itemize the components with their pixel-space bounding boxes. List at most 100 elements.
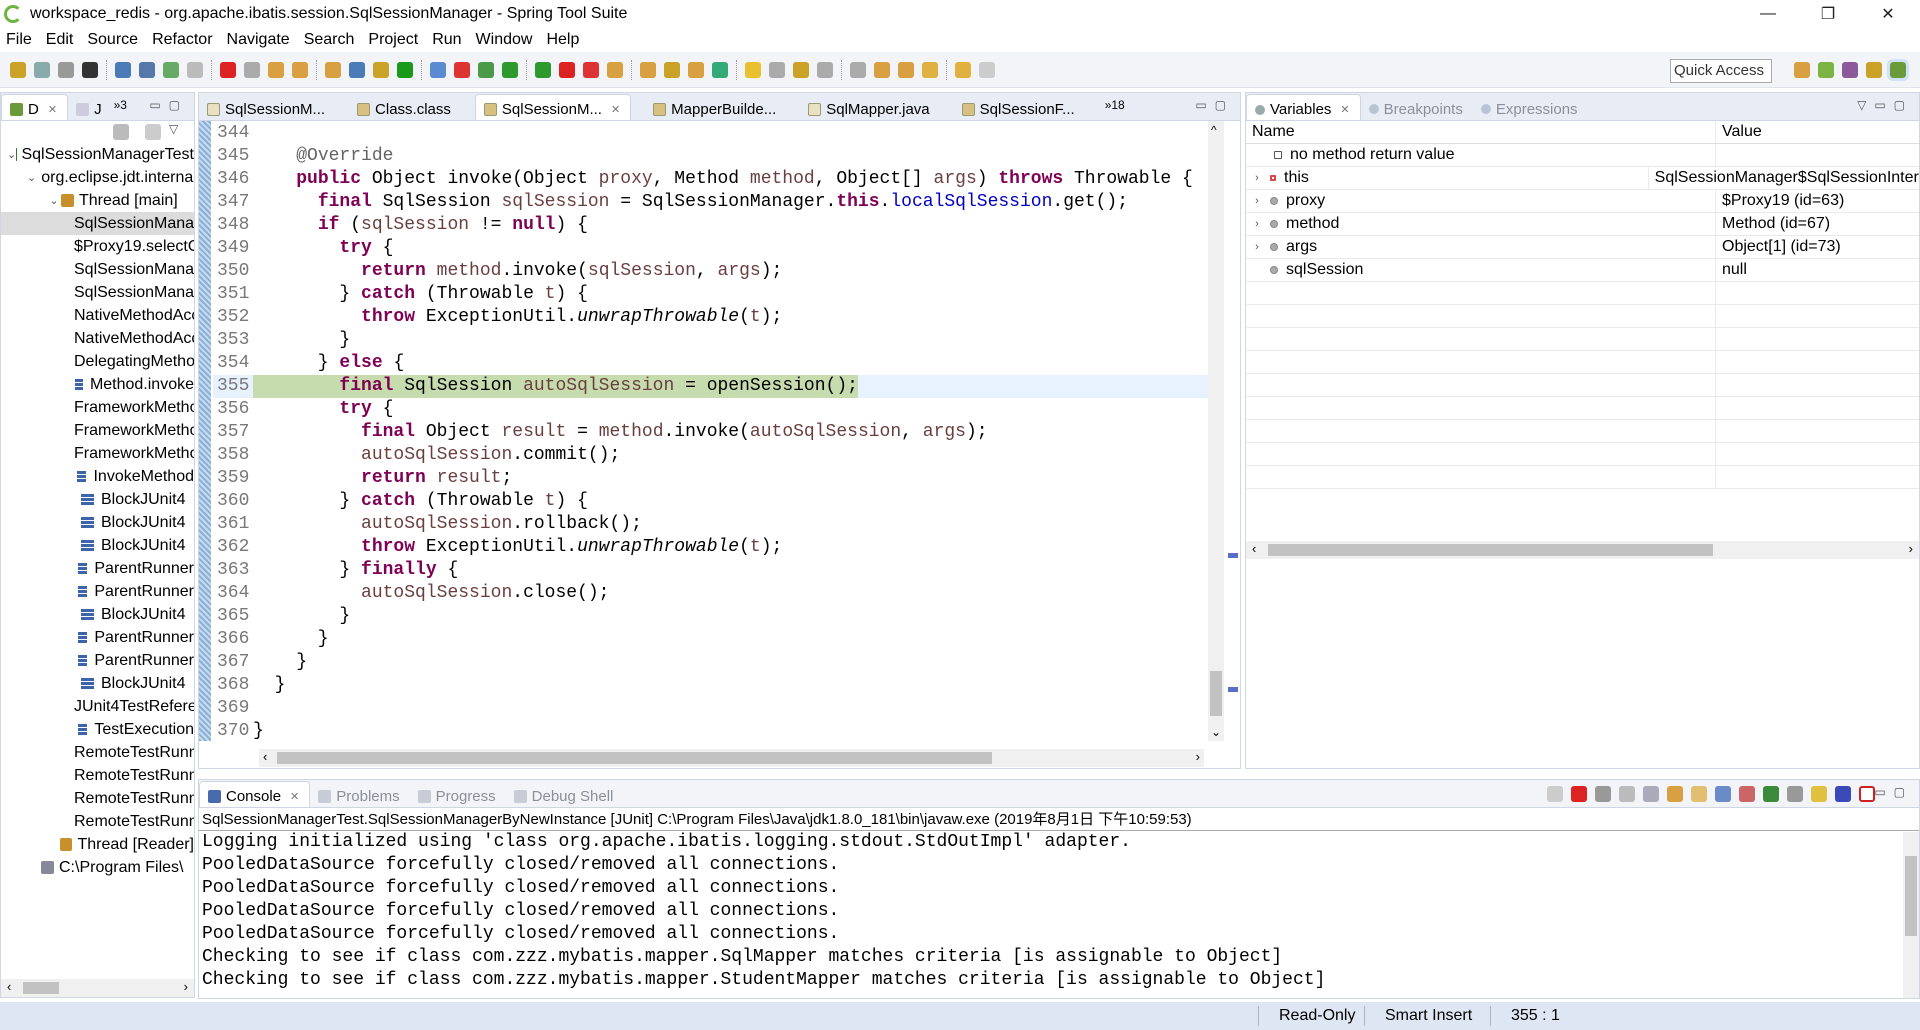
console-settings-icon[interactable]	[1859, 786, 1875, 802]
code-line[interactable]: 360 } catch (Throwable t) {	[213, 490, 1213, 513]
code-line[interactable]: 363 } finally {	[213, 559, 1213, 582]
tree-item[interactable]: ParentRunner	[1, 580, 194, 603]
code-line[interactable]: 352 throw ExceptionUtil.unwrapThrowable(…	[213, 306, 1213, 329]
code-line[interactable]: 349 try {	[213, 237, 1213, 260]
editor-tab[interactable]: SqlMapper.java	[800, 94, 939, 120]
tree-item[interactable]: SqlSessionManager	[1, 212, 194, 235]
scroll-lock-icon[interactable]	[1667, 786, 1683, 802]
toolbar-button-icon[interactable]	[688, 61, 704, 78]
toolbar-button-icon[interactable]	[163, 61, 179, 78]
tree-item[interactable]: BlockJUnit4	[1, 534, 194, 557]
quick-access-input[interactable]: Quick Access	[1670, 59, 1772, 83]
expand-chevron-icon[interactable]: ›	[1250, 195, 1264, 207]
menu-help[interactable]: Help	[546, 31, 579, 49]
code-line[interactable]: 367 }	[213, 651, 1213, 674]
tree-item[interactable]: RemoteTestRunner	[1, 764, 194, 787]
scroll-right-icon[interactable]: ›	[184, 979, 188, 994]
menu-run[interactable]: Run	[432, 31, 461, 49]
toolbar-button-icon[interactable]	[583, 61, 599, 78]
code-line[interactable]: 370}	[213, 720, 1213, 743]
scroll-down-icon[interactable]: ⌄	[1211, 725, 1221, 739]
code-line[interactable]: 346 public Object invoke(Object proxy, M…	[213, 168, 1213, 191]
tab-overflow-button[interactable]: »18	[1105, 98, 1125, 112]
open-perspective-icon[interactable]	[1794, 62, 1810, 78]
console-vertical-scrollbar[interactable]	[1903, 832, 1919, 998]
toolbar-button-icon[interactable]	[898, 61, 914, 78]
editor-tab[interactable]: SqlSessionF...	[954, 94, 1085, 120]
tree-item[interactable]: TestExecution	[1, 718, 194, 741]
toolbar-button-icon[interactable]	[292, 61, 308, 78]
tree-item[interactable]: BlockJUnit4	[1, 672, 194, 695]
scroll-thumb[interactable]	[1905, 856, 1917, 936]
minimize-maximize-buttons[interactable]: ▭▢	[1195, 98, 1234, 112]
java-perspective-icon[interactable]	[1842, 62, 1858, 78]
menu-refactor[interactable]: Refactor	[152, 31, 212, 49]
code-line[interactable]: 366 }	[213, 628, 1213, 651]
toolbar-button-icon[interactable]	[115, 61, 131, 78]
tree-horizontal-scrollbar[interactable]: ‹ ›	[1, 979, 194, 997]
code-line[interactable]: 369	[213, 697, 1213, 720]
close-tab-icon[interactable]: ✕	[48, 103, 57, 116]
tree-item[interactable]: SqlSessionManager	[1, 281, 194, 304]
tree-item[interactable]: ParentRunner	[1, 649, 194, 672]
tab-breakpoints[interactable]: Breakpoints	[1361, 94, 1473, 120]
tree-item[interactable]: NativeMethodAccessor	[1, 327, 194, 350]
tree-item[interactable]: RemoteTestRunner	[1, 810, 194, 833]
scroll-right-icon[interactable]: ›	[1909, 541, 1913, 556]
expand-chevron-icon[interactable]: ›	[1250, 172, 1264, 184]
tab-progress[interactable]: Progress	[410, 781, 506, 807]
scroll-left-icon[interactable]: ‹	[263, 749, 267, 764]
toolbar-button-icon[interactable]	[874, 61, 890, 78]
tab-debug[interactable]: D ✕	[1, 94, 69, 120]
debug-perspective-icon[interactable]	[1887, 59, 1909, 81]
code-line[interactable]: 350 return method.invoke(sqlSession, arg…	[213, 260, 1213, 283]
tree-item[interactable]: ⌄ SqlSessionManagerTest	[1, 143, 194, 166]
toolbar-button-icon[interactable]	[502, 61, 518, 78]
tree-item[interactable]: $Proxy19.selectOne	[1, 235, 194, 258]
toolbar-button-icon[interactable]	[10, 61, 26, 78]
tree-item[interactable]: NativeMethodAccessor	[1, 304, 194, 327]
code-line[interactable]: 365 }	[213, 605, 1213, 628]
tab-junit[interactable]: J	[68, 94, 112, 120]
menu-navigate[interactable]: Navigate	[227, 31, 290, 49]
minimize-maximize-buttons[interactable]: ▭▢	[149, 98, 188, 112]
spring-perspective-icon[interactable]	[1818, 62, 1834, 78]
variables-horizontal-scrollbar[interactable]: ‹ ›	[1246, 541, 1919, 559]
close-tab-icon[interactable]: ✕	[290, 790, 299, 803]
remove-terminated-icon[interactable]	[113, 124, 129, 140]
variable-row[interactable]: no method return value	[1246, 144, 1919, 167]
toolbar-button-icon[interactable]	[793, 61, 809, 78]
open-console-icon[interactable]	[1811, 786, 1827, 802]
editor-tab[interactable]: MapperBuilde...	[645, 94, 786, 120]
menu-search[interactable]: Search	[304, 31, 355, 49]
view-menu-icon[interactable]: ▽	[169, 122, 178, 136]
toolbar-button-icon[interactable]	[454, 61, 470, 78]
overview-ruler-marker[interactable]	[1228, 687, 1238, 692]
toolbar-button-icon[interactable]	[397, 61, 413, 78]
code-line[interactable]: 351 } catch (Throwable t) {	[213, 283, 1213, 306]
code-line[interactable]: 361 autoSqlSession.rollback();	[213, 513, 1213, 536]
code-line[interactable]: 359 return result;	[213, 467, 1213, 490]
toolbar-button-icon[interactable]	[349, 61, 365, 78]
variable-row[interactable]: › args Object[1] (id=73)	[1246, 236, 1919, 259]
tab-console[interactable]: Console ✕	[199, 781, 311, 807]
toolbar-button-icon[interactable]	[559, 61, 575, 78]
menu-window[interactable]: Window	[476, 31, 533, 49]
toolbar-button-icon[interactable]	[220, 61, 236, 78]
toolbar-button-icon[interactable]	[640, 61, 656, 78]
toolbar-button-icon[interactable]	[664, 61, 680, 78]
expand-chevron-icon[interactable]: ⌄	[27, 171, 36, 184]
close-tab-icon[interactable]: ✕	[611, 103, 620, 116]
tree-item[interactable]: C:\Program Files\	[1, 856, 194, 879]
scroll-up-icon[interactable]: ^	[1211, 123, 1217, 137]
overview-ruler-marker[interactable]	[1228, 553, 1238, 558]
tab-overflow-button[interactable]: »3	[114, 98, 127, 112]
java-ee-perspective-icon[interactable]	[1866, 62, 1882, 78]
expand-chevron-icon[interactable]: ⌄	[47, 194, 61, 207]
toolbar-button-icon[interactable]	[955, 61, 971, 78]
tree-item[interactable]: FrameworkMethod	[1, 396, 194, 419]
toolbar-button-icon[interactable]	[607, 61, 623, 78]
toolbar-button-icon[interactable]	[58, 61, 74, 78]
close-tab-icon[interactable]: ✕	[1340, 103, 1349, 116]
remove-all-terminated-icon[interactable]	[1619, 786, 1635, 802]
